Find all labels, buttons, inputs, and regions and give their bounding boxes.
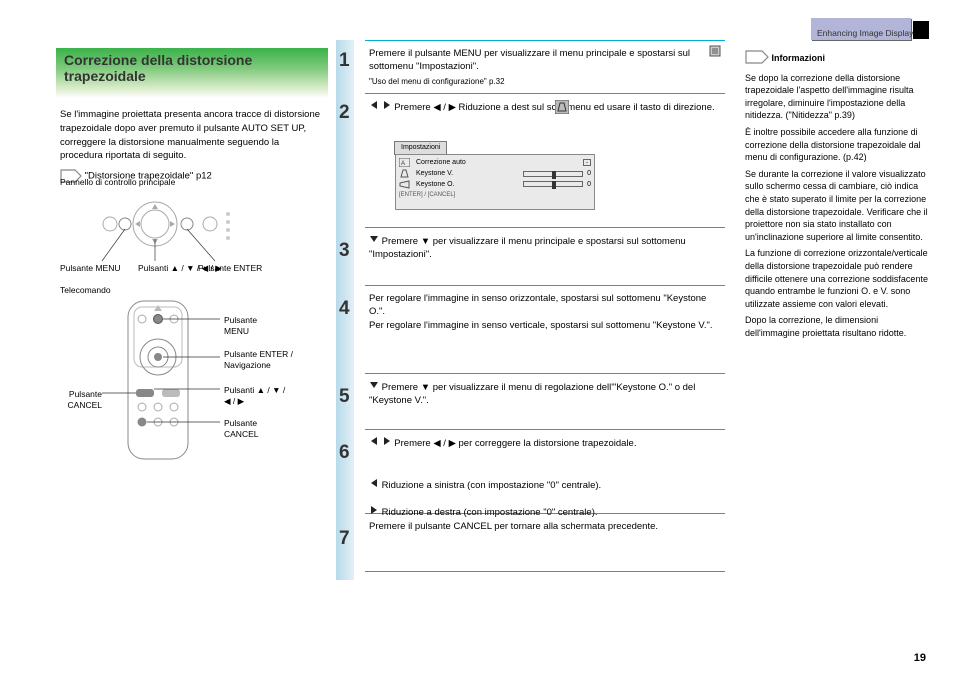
- trap-v-icon: [399, 169, 410, 178]
- tip-1: Se dopo la correzione della distorsione …: [745, 72, 930, 122]
- tip-label: Informazioni: [772, 53, 826, 63]
- menu-remote-label: Pulsante MENU: [224, 315, 280, 335]
- settings-row2-slider: [523, 171, 583, 177]
- arrowpad-remote-label: Pulsanti ▲ / ▼ / ◀ / ▶: [224, 385, 294, 405]
- step-7-text: Premere il pulsante CANCEL per tornare a…: [369, 521, 658, 532]
- enter-remote-label: Pulsante ENTER / Navigazione: [224, 349, 294, 369]
- tip-tag-icon: [745, 50, 769, 68]
- settings-row2-label: Keystone V.: [416, 169, 453, 179]
- left-arrow-icon: [369, 480, 379, 491]
- step-4-text: Per regolare l'immagine in senso orizzon…: [369, 293, 713, 331]
- step-6: Premere ◀ / ▶ per correggere la distorsi…: [365, 430, 725, 514]
- menu-main-label: Pulsante MENU: [60, 263, 120, 273]
- step-num-7: 7: [339, 528, 350, 550]
- settings-row-3: Keystone O. 0: [399, 180, 591, 190]
- step-5: Premere ▼ per visualizzare il menu di re…: [365, 374, 725, 430]
- step-1-text: Premere il pulsante MENU per visualizzar…: [369, 48, 690, 72]
- step-3: Premere ▼ per visualizzare il menu princ…: [365, 228, 725, 286]
- cancel-label: Pulsante CANCEL: [224, 418, 280, 438]
- step-num-3: 3: [339, 240, 350, 262]
- settings-footer: [ENTER] / [CANCEL]: [399, 191, 591, 199]
- svg-text:A: A: [401, 161, 405, 167]
- tip-3: Se durante la correzione il valore visua…: [745, 168, 930, 244]
- right-arrow-icon: [382, 438, 392, 449]
- tip-header: Informazioni: [745, 50, 930, 68]
- step-num-2: 2: [339, 102, 350, 124]
- trap-h-icon: [399, 180, 410, 189]
- step-num-6: 6: [339, 442, 350, 464]
- page-number: 19: [914, 652, 926, 664]
- step-6b-line1: Riduzione a sinistra (con impostazione "…: [382, 480, 602, 491]
- page-section-tab: Enhancing Image Display: [811, 18, 911, 40]
- right-arrow-icon: [382, 102, 392, 113]
- step-num-1: 1: [339, 50, 350, 72]
- mainpanel-label: Pannello di controllo principale: [60, 177, 175, 187]
- settings-row2-val: 0: [587, 169, 591, 179]
- step-num-4: 4: [339, 298, 350, 320]
- auto-icon: A: [399, 158, 410, 167]
- settings-row-1: A Correzione auto -: [399, 158, 591, 168]
- settings-row-2: Keystone V. 0: [399, 169, 591, 179]
- step-1-ref: "Uso del menu di configurazione" p.32: [369, 76, 721, 87]
- tip-5: Dopo la correzione, le dimensioni dell'i…: [745, 314, 930, 339]
- step-1: Premere il pulsante MENU per visualizzar…: [365, 40, 725, 94]
- keystone-mini-icon: [555, 100, 569, 118]
- left-arrow-icon: [369, 102, 379, 113]
- settings-tab: Impostazioni: [394, 141, 447, 155]
- left-column: Correzione della distorsione trapezoidal…: [56, 48, 328, 479]
- settings-dialog-box: Impostazioni A Correzione auto - Keyston…: [395, 142, 595, 210]
- down-arrow-icon: [369, 236, 379, 247]
- left-arrow-icon: [369, 438, 379, 449]
- steps-column: Premere il pulsante MENU per visualizzar…: [365, 40, 725, 572]
- page-edge-marker: [913, 21, 929, 39]
- settings-row3-label: Keystone O.: [416, 180, 455, 190]
- info-column: Informazioni Se dopo la correzione della…: [745, 50, 930, 343]
- settings-body: A Correzione auto - Keystone V. 0 Keysto…: [395, 154, 595, 210]
- step-2: Premere ◀ / ▶ Riduzione a dest sul sotto…: [365, 94, 725, 228]
- settings-row1-label: Correzione auto: [416, 158, 466, 168]
- tip-2: È inoltre possibile accedere alla funzio…: [745, 126, 930, 164]
- remote-label: Telecomando: [60, 285, 111, 295]
- step-6-text: Premere ◀ / ▶ per correggere la distorsi…: [394, 438, 636, 449]
- section-header: Correzione della distorsione trapezoidal…: [56, 48, 328, 98]
- tip-4: La funzione di correzione orizzontale/ve…: [745, 247, 930, 310]
- step-4: Per regolare l'immagine in senso orizzon…: [365, 286, 725, 374]
- settings-row3-slider: [523, 181, 583, 187]
- step-num-5: 5: [339, 386, 350, 408]
- settings-row1-val: -: [583, 159, 591, 166]
- enter-main-label: Pulsante ENTER: [198, 263, 262, 273]
- menu-icon-ref: [709, 45, 721, 61]
- intro-text: Se l'immagine proiettata presenta ancora…: [60, 108, 324, 163]
- page-section-label: Enhancing Image Display: [817, 28, 913, 38]
- cancel-label-left: Pulsante CANCEL: [58, 389, 102, 409]
- section-body: Se l'immagine proiettata presenta ancora…: [56, 98, 328, 479]
- control-diagram: Pannello di controllo principale Pulsant…: [60, 189, 280, 469]
- step-7: Premere il pulsante CANCEL per tornare a…: [365, 514, 725, 572]
- down-arrow-icon: [369, 382, 379, 393]
- step-5-text: Premere ▼ per visualizzare il menu di re…: [369, 382, 695, 406]
- step-6-line1: Premere ◀ / ▶ per correggere la distorsi…: [369, 436, 721, 450]
- step-3-text: Premere ▼ per visualizzare il menu princ…: [369, 236, 686, 260]
- settings-row3-val: 0: [587, 180, 591, 190]
